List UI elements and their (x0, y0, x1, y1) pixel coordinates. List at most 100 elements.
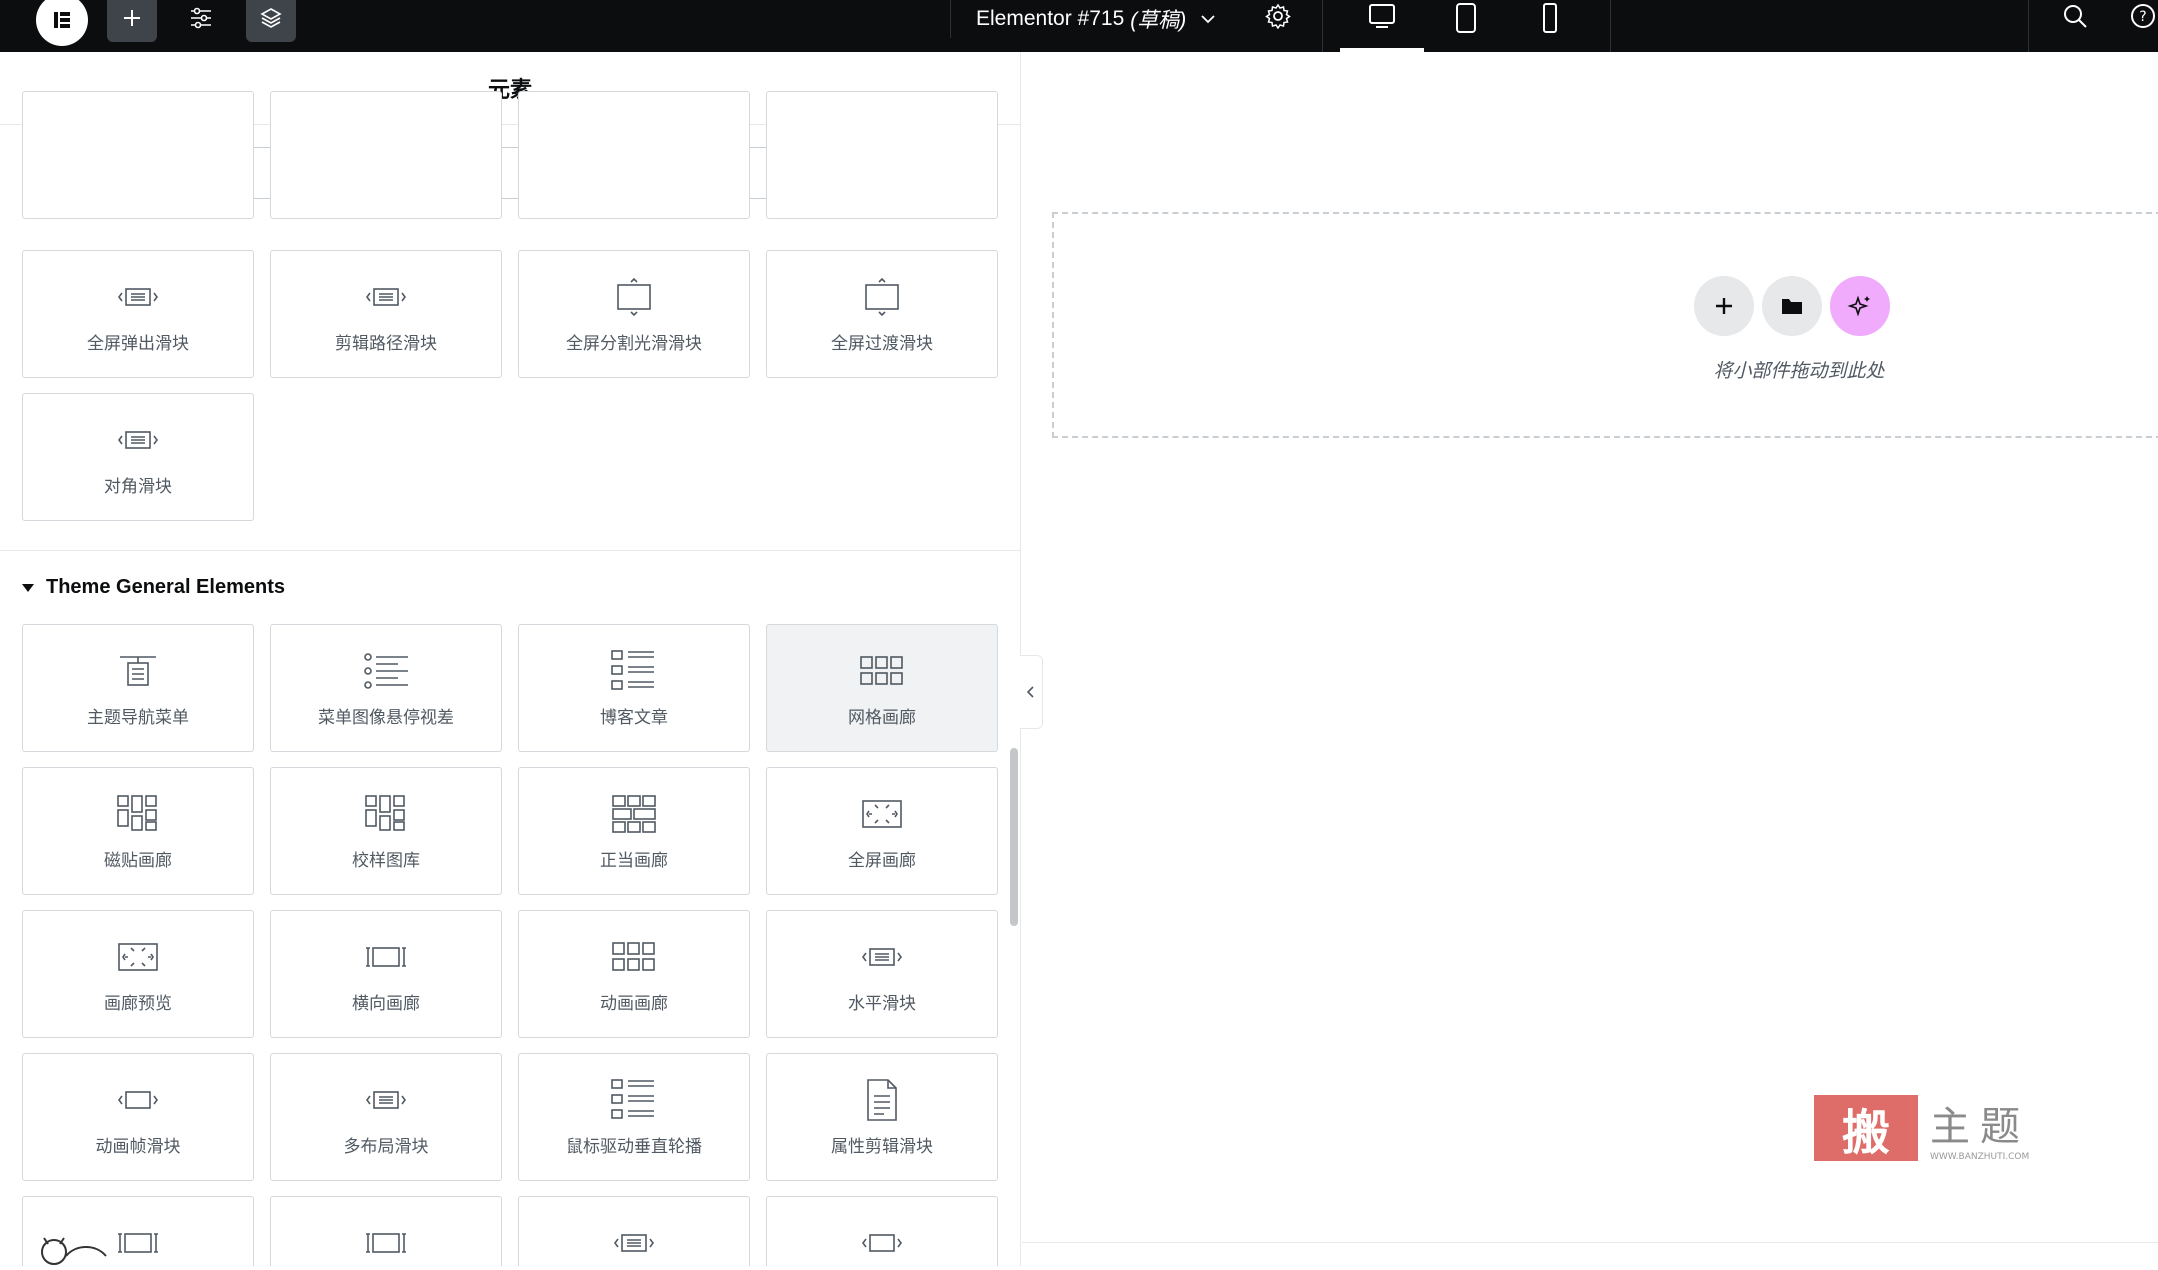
widget-label: 鼠标驱动垂直轮播 (566, 1137, 702, 1157)
watermark-url: WWW.BANZHUTI.COM (1930, 1152, 2030, 1162)
widget-label: 横向画廊 (352, 994, 420, 1014)
widget-label: 主题导航菜单 (87, 708, 189, 728)
dropzone-hint: 将小部件拖动到此处 (1713, 360, 1885, 382)
widget-tile[interactable] (270, 91, 502, 219)
justified-icon (611, 792, 657, 836)
widget-label: 全屏弹出滑块 (87, 334, 189, 354)
list-icon (362, 649, 410, 693)
posts-icon (610, 1078, 658, 1122)
widget-tile[interactable]: 剪辑路径滑块 (270, 250, 502, 378)
tiles-icon (116, 792, 160, 836)
mascot-icon (41, 1237, 107, 1265)
widget-tile[interactable]: 全屏弹出滑块 (22, 250, 254, 378)
add-template-button[interactable] (1762, 276, 1822, 336)
widget-label: 全屏分割光滑滑块 (566, 334, 702, 354)
widget-tile[interactable]: 全屏画廊 (766, 767, 998, 895)
grid-icon (611, 935, 657, 979)
widget-tile[interactable]: 磁贴画廊 (22, 767, 254, 895)
widget-tile[interactable]: 鼠标驱动垂直轮播 (518, 1053, 750, 1181)
posts-icon (610, 649, 658, 693)
help-button[interactable]: ? (2118, 0, 2158, 40)
tablet-view-button[interactable] (1424, 0, 1508, 52)
panel-scrollbar[interactable] (1010, 748, 1018, 926)
widget-tile[interactable] (766, 91, 998, 219)
add-section-button[interactable] (1694, 276, 1754, 336)
theme-section-toggle[interactable]: Theme General Elements (22, 576, 285, 599)
elementor-logo-icon (54, 12, 70, 28)
watermark: 搬 主题 WWW.BANZHUTI.COM (1814, 1094, 2030, 1162)
widget-tile[interactable] (518, 1196, 750, 1266)
widget-tile[interactable]: 博客文章 (518, 624, 750, 752)
widget-tile[interactable]: 动画画廊 (518, 910, 750, 1038)
widget-tile[interactable]: 横向画廊 (270, 910, 502, 1038)
widget-label: 剪辑路径滑块 (335, 334, 437, 354)
tiles-icon (364, 792, 408, 836)
ai-button[interactable] (1830, 276, 1890, 336)
slider-icon (116, 418, 160, 462)
chevron-left-icon (1026, 686, 1034, 698)
widget-tile[interactable]: 对角滑块 (22, 393, 254, 521)
site-settings-button[interactable] (176, 0, 226, 42)
widget-label: 属性剪辑滑块 (831, 1137, 933, 1157)
sliders-icon (191, 7, 211, 29)
frame-slider-icon (116, 1078, 160, 1122)
widget-tile[interactable]: 正当画廊 (518, 767, 750, 895)
document-title: Elementor #715 (976, 7, 1125, 30)
slider-icon (364, 1078, 408, 1122)
folder-icon (1782, 299, 1802, 314)
widget-tile[interactable]: 画廊预览 (22, 910, 254, 1038)
widget-label: 正当画廊 (600, 851, 668, 871)
gear-icon (1265, 3, 1291, 29)
widget-tile[interactable] (270, 1196, 502, 1266)
widget-tile[interactable]: 多布局滑块 (270, 1053, 502, 1181)
page-settings-button[interactable] (1253, 0, 1303, 40)
widget-tile[interactable]: 全屏分割光滑滑块 (518, 250, 750, 378)
widget-label: 全屏画廊 (848, 851, 916, 871)
plus-icon (124, 10, 140, 26)
widget-tile[interactable] (766, 1196, 998, 1266)
widget-tile[interactable]: 菜单图像悬停视差 (270, 624, 502, 752)
expand-icon (116, 935, 160, 979)
widget-tile[interactable]: 动画帧滑块 (22, 1053, 254, 1181)
desktop-view-button[interactable] (1340, 0, 1424, 52)
plus-icon (1716, 298, 1732, 314)
widget-tile[interactable]: 主题导航菜单 (22, 624, 254, 752)
collapse-panel-button[interactable] (1020, 655, 1043, 729)
widget-tile[interactable]: 全屏过渡滑块 (766, 250, 998, 378)
top-bar: Elementor #715 (草稿) ? (0, 0, 2158, 52)
widget-tile[interactable]: 校样图库 (270, 767, 502, 895)
widget-tile[interactable] (22, 91, 254, 219)
search-icon (2064, 5, 2087, 28)
widget-label: 菜单图像悬停视差 (318, 708, 454, 728)
mobile-view-button[interactable] (1508, 0, 1592, 52)
widget-label: 动画帧滑块 (95, 1137, 181, 1157)
structure-button[interactable] (246, 0, 296, 42)
slider-icon (860, 935, 904, 979)
frame-slider-icon (860, 1221, 904, 1265)
layers-icon (260, 8, 282, 28)
widget-tile[interactable] (518, 91, 750, 219)
elementor-logo[interactable] (36, 0, 88, 46)
chevron-down-icon (1201, 15, 1215, 24)
slider-icon (364, 275, 408, 319)
svg-text:?: ? (2139, 9, 2146, 25)
document-status: (草稿) (1130, 9, 1187, 32)
help-icon: ? (2131, 4, 2155, 28)
caret-down-icon (22, 583, 34, 592)
watermark-title: 主题 (1930, 1104, 2030, 1150)
widget-label: 博客文章 (600, 708, 668, 728)
finder-search-button[interactable] (2050, 0, 2100, 40)
add-element-button[interactable] (107, 0, 157, 42)
slider-icon (612, 1221, 656, 1265)
nav-menu-icon (116, 649, 160, 693)
mobile-icon (1543, 3, 1557, 33)
watermark-seal: 搬 (1814, 1095, 1918, 1161)
section-title: Theme General Elements (46, 576, 285, 598)
widget-label: 磁贴画廊 (104, 851, 172, 871)
empty-section-dropzone[interactable]: 将小部件拖动到此处 (1052, 212, 2158, 438)
tablet-icon (1456, 3, 1476, 33)
widget-tile[interactable]: 属性剪辑滑块 (766, 1053, 998, 1181)
fullscreen-icon (860, 275, 904, 319)
widget-tile[interactable]: 水平滑块 (766, 910, 998, 1038)
widget-tile[interactable]: 网格画廊 (766, 624, 998, 752)
